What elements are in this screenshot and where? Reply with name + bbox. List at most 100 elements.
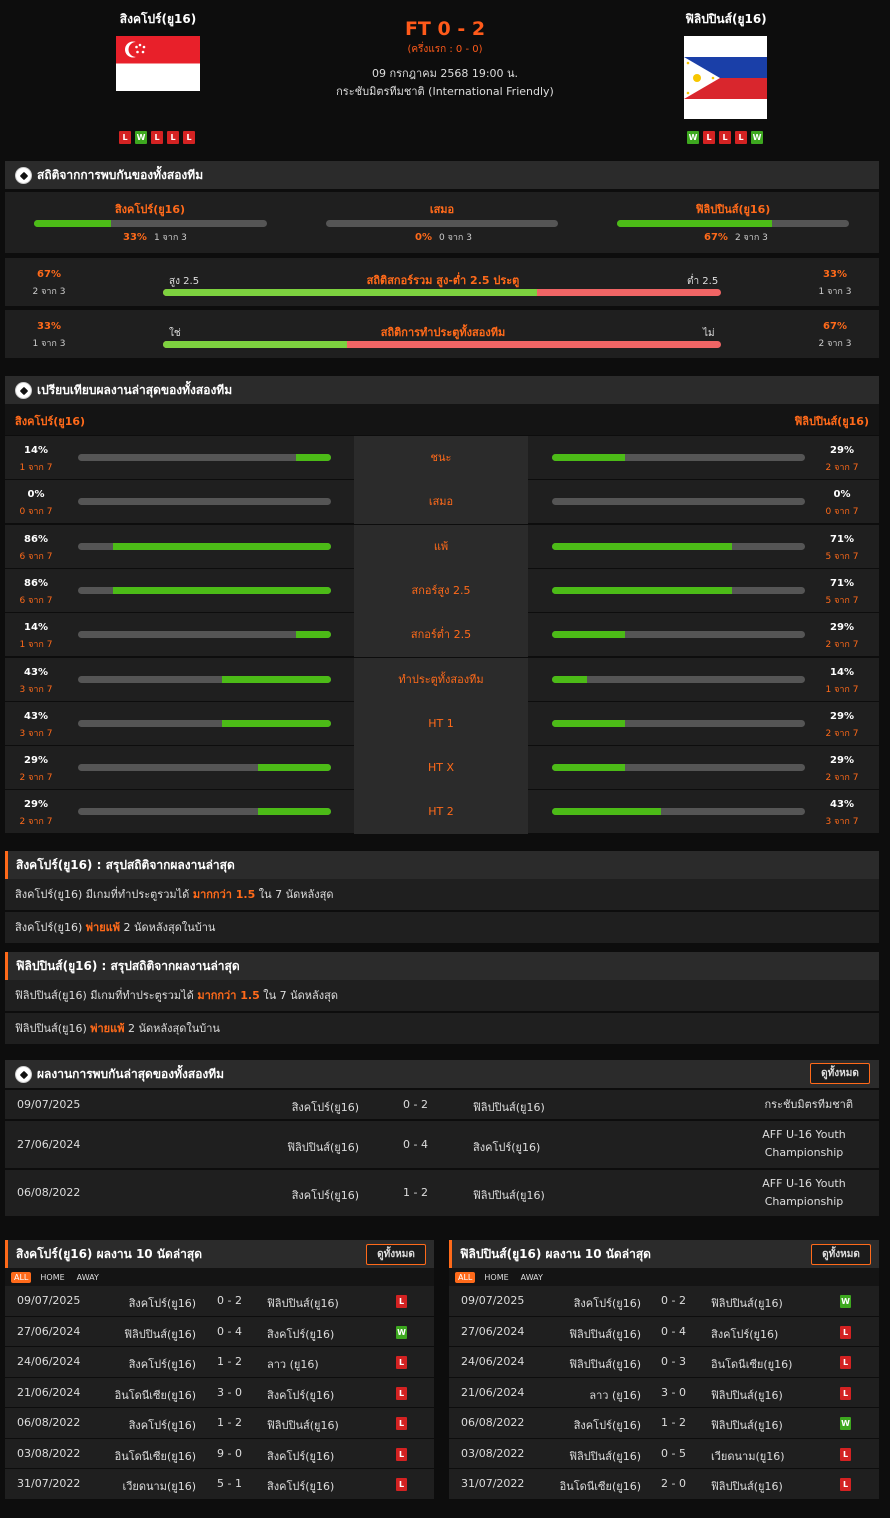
tab-home[interactable]: HOME <box>37 1272 67 1283</box>
compare-away-bar <box>552 498 805 506</box>
compare-header: เปรียบเทียบผลงานล่าสุดของทั้งสองทีม <box>5 376 879 404</box>
match-row[interactable]: 24/06/2024 สิงคโปร์(ยู16) 1 - 2 ลาว (ยู16) L <box>5 1347 434 1378</box>
match-date: 31/07/2022 <box>17 1477 81 1490</box>
ou-right-sub: 1 จาก 3 <box>818 287 852 297</box>
result-badge: L <box>840 1478 851 1491</box>
last10-home-view-all-button[interactable]: ดูทั้งหมด <box>366 1244 426 1265</box>
away-team: ฟิลิปปินส์(ยู16) <box>473 1100 545 1114</box>
last10-away-panel: ฟิลิปปินส์(ยู16) ผลงาน 10 นัดล่าสุด ดูทั… <box>449 1240 879 1500</box>
compare-home-bar <box>78 586 331 594</box>
tab-home[interactable]: HOME <box>481 1272 511 1283</box>
tab-all[interactable]: ALL <box>455 1271 476 1283</box>
match-row[interactable]: 31/07/2022 อินโดนีเซีย(ยู16) 2 - 0 ฟิลิปปิน… <box>449 1469 879 1500</box>
competition-line: Championship <box>764 1195 844 1208</box>
summary-highlight: มากกว่า 1.5 <box>197 989 260 1002</box>
compare-home-sub: 6 จาก 7 <box>19 551 53 562</box>
result-badge: W <box>840 1295 851 1308</box>
tab-all[interactable]: ALL <box>11 1271 32 1283</box>
home-team: สิงคโปร์(ยู16) <box>128 1297 196 1310</box>
compare-home-cell: 0% 0 จาก 7 <box>5 480 354 524</box>
compare-home-sub: 3 จาก 7 <box>19 728 53 739</box>
form-badge: L <box>183 131 195 144</box>
match-row[interactable]: 03/08/2022 อินโดนีเซีย(ยู16) 9 - 0 สิงคโปร์… <box>5 1438 434 1469</box>
result-badge: W <box>396 1325 407 1339</box>
h2h-view-all-button[interactable]: ดูทั้งหมด <box>810 1063 870 1084</box>
compare-away-cell: 29% 2 จาก 7 <box>528 613 879 657</box>
match-row[interactable]: 21/06/2024 ลาว (ยู16) 3 - 0 ฟิลิปปินส์(ยู16… <box>449 1377 879 1408</box>
compare-row: 14% 1 จาก 7 สกอร์ต่ำ 2.5 29% 2 จาก 7 <box>5 613 879 658</box>
h2h-home-col: สิงคโปร์(ยู16) <box>34 200 266 218</box>
compare-row: 0% 0 จาก 7 เสมอ 0% 0 จาก 7 <box>5 480 879 525</box>
summary-home-line-2: สิงคโปร์(ยู16) พ่ายแพ้ 2 นัดหลังสุดในบ้า… <box>5 912 879 943</box>
match-row[interactable]: 21/06/2024 อินโดนีเซีย(ยู16) 3 - 0 สิงคโปร์… <box>5 1377 434 1408</box>
away-team: ฟิลิปปินส์(ยู16) <box>267 1419 339 1432</box>
compare-away-bar <box>552 675 805 683</box>
match-row[interactable]: 03/08/2022 ฟิลิปปินส์(ยู16) 0 - 5 เวียดนาม(… <box>449 1438 879 1469</box>
compare-away-pct: 71% <box>830 577 854 589</box>
summary-text: สิงคโปร์(ยู16) <box>15 921 86 934</box>
compare-away-pct: 14% <box>830 666 854 678</box>
compare-home-sub: 0 จาก 7 <box>19 507 53 518</box>
football-icon <box>15 1065 32 1083</box>
result-badge: W <box>840 1417 851 1430</box>
match-score: 0 - 2 <box>661 1294 686 1307</box>
h2h-stats-title: สถิติจากการพบกันของทั้งสองทีม <box>37 167 204 182</box>
compare-away-cell: 29% 2 จาก 7 <box>528 436 879 479</box>
competition-line: Championship <box>764 1146 844 1159</box>
summary-home-header: สิงคโปร์(ยู16) : สรุปสถิติจากผลงานล่าสุด <box>5 851 879 879</box>
match-row[interactable]: 09/07/2025 สิงคโปร์(ยู16) 0 - 2 ฟิลิปปินส์(… <box>5 1286 434 1317</box>
compare-home-pct: 14% <box>24 622 48 634</box>
compare-home-sub: 2 จาก 7 <box>19 773 53 784</box>
compare-row: 29% 2 จาก 7 HT 2 43% 3 จาก 7 <box>5 790 879 835</box>
away-team-name[interactable]: ฟิลิปปินส์(ยู16) <box>636 10 816 29</box>
compare-home-bar <box>78 454 331 461</box>
summary-text: ใน 7 นัดหลังสุด <box>259 989 338 1002</box>
match-row[interactable]: 31/07/2022 เวียดนาม(ยู16) 5 - 1 สิงคโปร์(ยู… <box>5 1469 434 1500</box>
h2h-row[interactable]: 06/08/2022 สิงคโปร์(ยู16) 1 - 2 ฟิลิปปินส์(… <box>5 1170 879 1216</box>
form-badge: L <box>151 131 163 144</box>
home-team: อินโดนีเซีย(ยู16) <box>559 1480 641 1493</box>
home-team: เวียดนาม(ยู16) <box>122 1480 197 1493</box>
match-row[interactable]: 06/08/2022 สิงคโปร์(ยู16) 1 - 2 ฟิลิปปินส์(… <box>5 1408 434 1439</box>
bar-fill <box>552 764 626 772</box>
home-team: ฟิลิปปินส์(ยู16) <box>569 1327 641 1341</box>
result-badge: L <box>840 1447 851 1461</box>
form-badge: W <box>135 131 147 144</box>
home-team: สิงคโปร์(ยู16) <box>291 1100 359 1114</box>
compare-label: เสมอ <box>354 480 528 525</box>
tab-away[interactable]: AWAY <box>74 1272 102 1283</box>
match-row[interactable]: 27/06/2024 ฟิลิปปินส์(ยู16) 0 - 4 สิงคโปร์(… <box>5 1316 434 1347</box>
competition: AFF U-16 Youth Championship <box>739 1175 869 1211</box>
last10-away-view-all-button[interactable]: ดูทั้งหมด <box>811 1244 871 1265</box>
home-team: สิงคโปร์(ยู16) <box>128 1358 196 1371</box>
match-row[interactable]: 09/07/2025 สิงคโปร์(ยู16) 0 - 2 ฟิลิปปินส์(… <box>449 1286 879 1317</box>
btts-left-label: ใช่ <box>169 328 181 339</box>
form-badge: L <box>703 131 715 144</box>
compare-title: เปรียบเทียบผลงานล่าสุดของทั้งสองทีม <box>37 382 233 397</box>
match-row[interactable]: 27/06/2024 ฟิลิปปินส์(ยู16) 0 - 4 สิงคโปร์(… <box>449 1316 879 1347</box>
compare-away-sub: 3 จาก 7 <box>825 817 859 828</box>
match-row[interactable]: 24/06/2024 ฟิลิปปินส์(ยู16) 0 - 3 อินโดนีเซ… <box>449 1347 879 1378</box>
bar-fill <box>552 542 732 550</box>
compare-home-cell: 29% 2 จาก 7 <box>5 746 354 790</box>
summary-highlight: พ่ายแพ้ <box>85 921 120 934</box>
summary-home-line-1: สิงคโปร์(ยู16) มีเกมที่ทำประตูรวมได้ มาก… <box>5 879 879 910</box>
h2h-away-sub: 2 จาก 3 <box>734 233 768 243</box>
bar-fill <box>257 764 331 772</box>
match-date: 03/08/2022 <box>17 1446 81 1460</box>
match-row[interactable]: 06/08/2022 สิงคโปร์(ยู16) 1 - 2 ฟิลิปปินส์(… <box>449 1408 879 1439</box>
bar-fill <box>552 586 732 594</box>
h2h-list-header: ผลงานการพบกันล่าสุดของทั้งสองทีม ดูทั้งห… <box>5 1060 879 1088</box>
tab-away[interactable]: AWAY <box>518 1272 546 1283</box>
h2h-row[interactable]: 27/06/2024 ฟิลิปปินส์(ยู16) 0 - 4 สิงคโปร์(… <box>5 1121 879 1168</box>
last10-home-tabs: ALL HOME AWAY <box>5 1268 434 1286</box>
form-badge: L <box>119 131 131 144</box>
away-team: ลาว (ยู16) <box>267 1358 319 1371</box>
h2h-row[interactable]: 09/07/2025 สิงคโปร์(ยู16) 0 - 2 ฟิลิปปินส์(… <box>5 1090 879 1119</box>
compare-home-pct: 86% <box>24 577 48 589</box>
compare-away-bar <box>552 808 805 816</box>
result-badge: L <box>396 1356 407 1369</box>
compare-label: HT 2 <box>354 790 528 835</box>
h2h-list-title: ผลงานการพบกันล่าสุดของทั้งสองทีม <box>37 1066 225 1081</box>
away-team: ฟิลิปปินส์(ยู16) <box>711 1480 783 1493</box>
